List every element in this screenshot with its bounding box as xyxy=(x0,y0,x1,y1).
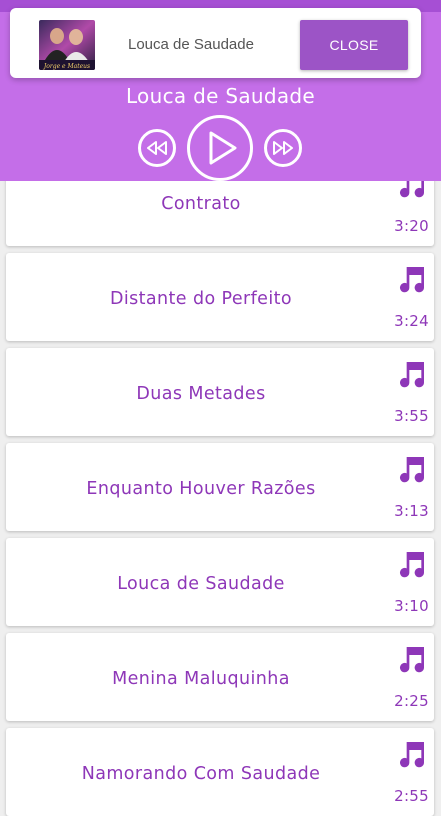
song-title: Namorando Com Saudade xyxy=(81,764,321,784)
player-header: Jorge e Mateus Louca de Saudade CLOSE Lo… xyxy=(0,0,441,181)
song-duration: 3:13 xyxy=(394,502,429,520)
song-title: Duas Metades xyxy=(136,384,266,404)
music-note-icon xyxy=(400,457,424,483)
play-button[interactable] xyxy=(187,115,253,181)
fast-forward-button[interactable] xyxy=(264,129,302,167)
rewind-button[interactable] xyxy=(138,129,176,167)
notification-title: Louca de Saudade xyxy=(128,36,254,53)
song-duration: 3:20 xyxy=(394,217,429,235)
fast-forward-icon xyxy=(273,141,293,155)
song-item[interactable]: Menina Maluquinha 2:25 xyxy=(6,633,434,721)
close-button[interactable]: CLOSE xyxy=(300,20,408,70)
song-duration: 2:25 xyxy=(394,692,429,710)
music-note-icon xyxy=(400,362,424,388)
song-title: Distante do Perfeito xyxy=(110,289,292,309)
music-note-icon xyxy=(400,552,424,578)
song-title: Menina Maluquinha xyxy=(112,669,290,689)
music-note-icon xyxy=(400,742,424,768)
album-art-caption: Jorge e Mateus xyxy=(42,63,90,70)
song-title: Enquanto Houver Razões xyxy=(86,479,316,499)
song-item[interactable]: Duas Metades 3:55 xyxy=(6,348,434,436)
song-title: Louca de Saudade xyxy=(117,574,285,594)
song-item[interactable]: Distante do Perfeito 3:24 xyxy=(6,253,434,341)
song-duration: 3:55 xyxy=(394,407,429,425)
music-note-icon xyxy=(400,267,424,293)
now-playing-title: Louca de Saudade xyxy=(125,84,316,108)
song-item[interactable]: Enquanto Houver Razões 3:13 xyxy=(6,443,434,531)
rewind-icon xyxy=(147,141,167,155)
song-duration: 2:55 xyxy=(394,787,429,805)
play-icon xyxy=(209,131,236,165)
music-note-icon xyxy=(400,647,424,673)
song-title: Contrato xyxy=(161,194,241,214)
song-duration: 3:10 xyxy=(394,597,429,615)
media-notification[interactable]: Jorge e Mateus Louca de Saudade CLOSE xyxy=(10,8,421,78)
song-item[interactable]: Louca de Saudade 3:10 xyxy=(6,538,434,626)
album-art: Jorge e Mateus xyxy=(39,20,95,70)
song-duration: 3:24 xyxy=(394,312,429,330)
song-item[interactable]: Namorando Com Saudade 2:55 xyxy=(6,728,434,816)
